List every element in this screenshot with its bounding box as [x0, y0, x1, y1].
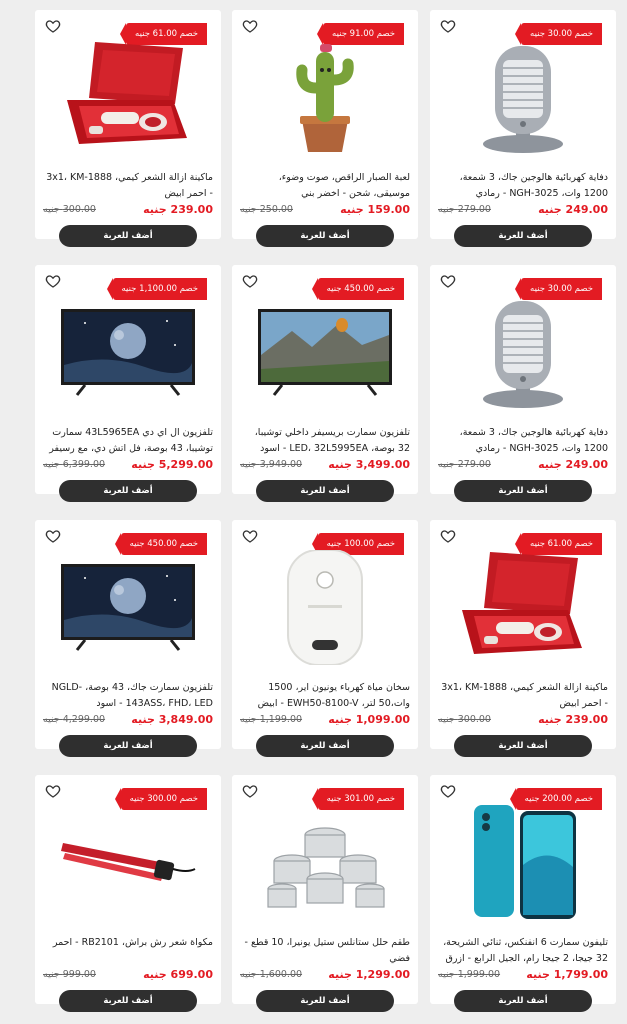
product-price: 5,299.00 جنيه — [131, 458, 213, 471]
product-image-tv-landscape[interactable] — [252, 295, 398, 410]
product-card[interactable]: خصم 200.00 جنيه تليفون سمارت 6 انفنكس، ث… — [430, 775, 616, 1012]
product-card[interactable]: خصم 301.00 جنيه طقم حلل ستانلس ستيل يوني… — [232, 775, 418, 1012]
add-to-cart-button[interactable]: أضف للعربة — [59, 735, 197, 757]
add-to-cart-button[interactable]: أضف للعربة — [256, 480, 394, 502]
product-price: 3,499.00 جنيه — [328, 458, 410, 471]
product-old-price: 279.00 جنيه — [438, 204, 491, 215]
product-old-price: 1,999.00 جنيه — [438, 969, 501, 980]
product-image-tv-space[interactable] — [55, 550, 201, 665]
product-image-cookware[interactable] — [252, 805, 398, 920]
heart-icon[interactable] — [242, 783, 258, 799]
heart-icon[interactable] — [440, 783, 456, 799]
heart-icon[interactable] — [45, 18, 61, 34]
product-name[interactable]: سخان مياة كهرباء يونيون اير، 1500 وات،50… — [240, 680, 410, 712]
product-price: 249.00 جنيه — [538, 203, 608, 216]
product-image-water-heater[interactable] — [252, 549, 398, 666]
add-to-cart-button[interactable]: أضف للعربة — [59, 990, 197, 1012]
product-image-epilator-case[interactable] — [55, 40, 201, 155]
product-image-hair-iron[interactable] — [55, 805, 201, 920]
heart-icon[interactable] — [242, 273, 258, 289]
product-old-price: 3,949.00 جنيه — [240, 459, 303, 470]
product-price: 239.00 جنيه — [538, 713, 608, 726]
product-card[interactable]: خصم 300.00 جنيه مكواة شعر رش براش، RB210… — [35, 775, 221, 1012]
product-name[interactable]: ماكينة ازالة الشعر كيمي، 3x1، KM-1888 - … — [438, 680, 608, 712]
product-price: 249.00 جنيه — [538, 458, 608, 471]
product-card[interactable]: خصم 100.00 جنيه سخان مياة كهرباء يونيون … — [232, 520, 418, 757]
product-name[interactable]: طقم حلل ستانلس ستيل يونيرا، 10 قطع - فضي — [240, 935, 410, 967]
heart-icon[interactable] — [440, 273, 456, 289]
add-to-cart-button[interactable]: أضف للعربة — [256, 225, 394, 247]
product-card[interactable]: خصم 450.00 جنيه تلفزيون سمارت جاك، 43 بو… — [35, 520, 221, 757]
product-price: 699.00 جنيه — [143, 968, 213, 981]
product-old-price: 250.00 جنيه — [240, 204, 293, 215]
add-to-cart-button[interactable]: أضف للعربة — [59, 480, 197, 502]
product-price: 1,299.00 جنيه — [328, 968, 410, 981]
product-name[interactable]: دفاية كهربائية هالوجين جاك، 3 شمعة، 1200… — [438, 170, 608, 202]
product-old-price: 1,600.00 جنيه — [240, 969, 303, 980]
product-image-tv-space[interactable] — [55, 295, 201, 410]
product-card[interactable]: خصم 1,100.00 جنيه تلفزيون ال اي دي 43L59… — [35, 265, 221, 502]
add-to-cart-button[interactable]: أضف للعربة — [454, 990, 592, 1012]
product-card[interactable]: خصم 30.00 جنيه دفاية كهربائية هالوجين جا… — [430, 265, 616, 502]
add-to-cart-button[interactable]: أضف للعربة — [454, 225, 592, 247]
product-old-price: 1,199.00 جنيه — [240, 714, 303, 725]
product-name[interactable]: تلفزيون سمارت بريسيفر داخلي توشيبا، 32 ب… — [240, 425, 410, 457]
product-old-price: 300.00 جنيه — [438, 714, 491, 725]
product-card[interactable]: خصم 61.00 جنيه ماكينة ازالة الشعر كيمي، … — [430, 520, 616, 757]
add-to-cart-button[interactable]: أضف للعربة — [454, 480, 592, 502]
product-card[interactable]: خصم 30.00 جنيه دفاية كهربائية هالوجين جا… — [430, 10, 616, 247]
product-price: 1,799.00 جنيه — [526, 968, 608, 981]
heart-icon[interactable] — [440, 528, 456, 544]
product-old-price: 4,299.00 جنيه — [43, 714, 106, 725]
product-name[interactable]: تلفزيون سمارت جاك، 43 بوصة، NGLD-143ASS،… — [43, 680, 213, 712]
heart-icon[interactable] — [242, 18, 258, 34]
product-old-price: 279.00 جنيه — [438, 459, 491, 470]
add-to-cart-button[interactable]: أضف للعربة — [59, 225, 197, 247]
product-card[interactable]: خصم 91.00 جنيه لعبة الصبار الراقص، صوت و… — [232, 10, 418, 247]
product-name[interactable]: ماكينة ازالة الشعر كيمي، 3x1، KM-1888 - … — [43, 170, 213, 202]
heart-icon[interactable] — [45, 783, 61, 799]
heart-icon[interactable] — [45, 528, 61, 544]
product-image-epilator-case[interactable] — [450, 550, 596, 665]
product-price: 1,099.00 جنيه — [328, 713, 410, 726]
product-name[interactable]: لعبة الصبار الراقص، صوت وضوء، موسيقى، شح… — [240, 170, 410, 202]
heart-icon[interactable] — [45, 273, 61, 289]
product-image-heater[interactable] — [450, 295, 596, 410]
product-card[interactable]: خصم 450.00 جنيه تلفزيون سمارت بريسيفر دا… — [232, 265, 418, 502]
product-price: 159.00 جنيه — [340, 203, 410, 216]
product-old-price: 6,399.00 جنيه — [43, 459, 106, 470]
heart-icon[interactable] — [440, 18, 456, 34]
product-old-price: 999.00 جنيه — [43, 969, 96, 980]
product-price: 239.00 جنيه — [143, 203, 213, 216]
product-name[interactable]: مكواة شعر رش براش، RB2101 - احمر — [43, 935, 213, 967]
heart-icon[interactable] — [242, 528, 258, 544]
product-name[interactable]: تلفزيون ال اي دي 43L5965EA سمارت توشيبا،… — [43, 425, 213, 457]
product-old-price: 300.00 جنيه — [43, 204, 96, 215]
product-name[interactable]: دفاية كهربائية هالوجين جاك، 3 شمعة، 1200… — [438, 425, 608, 457]
product-name[interactable]: تليفون سمارت 6 انفنكس، ثنائي الشريحة، 32… — [438, 935, 608, 967]
add-to-cart-button[interactable]: أضف للعربة — [454, 735, 592, 757]
product-image-cactus-toy[interactable] — [252, 40, 398, 155]
product-grid: خصم 30.00 جنيه دفاية كهربائية هالوجين جا… — [0, 0, 627, 1024]
add-to-cart-button[interactable]: أضف للعربة — [256, 735, 394, 757]
add-to-cart-button[interactable]: أضف للعربة — [256, 990, 394, 1012]
product-card[interactable]: خصم 61.00 جنيه ماكينة ازالة الشعر كيمي، … — [35, 10, 221, 247]
product-price: 3,849.00 جنيه — [131, 713, 213, 726]
product-image-phone[interactable] — [450, 805, 596, 920]
product-image-heater[interactable] — [450, 40, 596, 155]
